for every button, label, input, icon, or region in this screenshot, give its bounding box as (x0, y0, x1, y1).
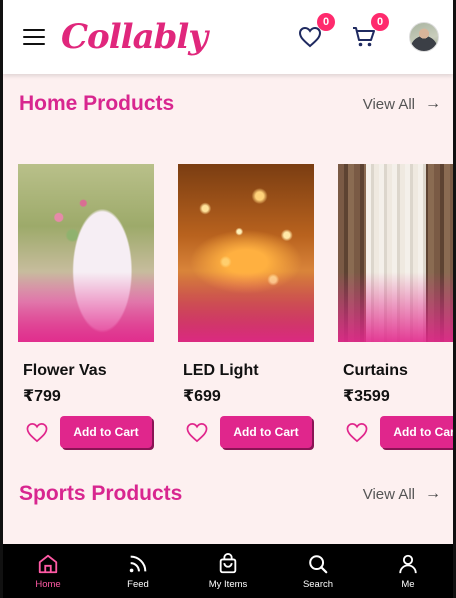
app-logo[interactable]: Collably (61, 17, 208, 57)
header-actions: 0 0 (295, 13, 439, 52)
product-name: Flower Vas (23, 362, 107, 379)
wishlist-button[interactable]: 0 (295, 13, 335, 52)
heart-icon (346, 422, 368, 442)
user-icon (399, 554, 417, 573)
heart-icon (26, 422, 48, 442)
section-title: Sports Products (19, 482, 183, 505)
product-image[interactable] (18, 164, 154, 342)
product-card[interactable]: LED Light ₹699 Add to Cart (178, 164, 314, 448)
product-card[interactable]: Flower Vas ₹799 Add to Cart (18, 164, 154, 448)
add-to-cart-button[interactable]: Add to Cart (220, 416, 312, 448)
nav-item-my-items[interactable]: My Items (183, 544, 273, 598)
avatar[interactable] (409, 22, 439, 52)
heart-icon (298, 26, 322, 48)
nav-item-me[interactable]: Me (363, 544, 453, 598)
heart-icon (186, 422, 208, 442)
nav-label: Search (302, 578, 334, 590)
product-price: ₹699 (183, 388, 221, 405)
product-actions: Add to Cart (178, 416, 314, 448)
product-name: Curtains (343, 362, 408, 379)
arrow-right-icon: → (425, 485, 441, 502)
nav-item-search[interactable]: Search (273, 544, 363, 598)
arrow-right-icon: → (425, 95, 441, 112)
wishlist-count-badge: 0 (317, 13, 335, 31)
rss-icon (129, 555, 147, 572)
nav-label: Me (401, 578, 415, 590)
product-name: LED Light (183, 362, 259, 379)
add-to-cart-button[interactable]: Add to Cart (380, 416, 453, 448)
product-actions: Add to Cart (338, 416, 453, 448)
product-image[interactable] (178, 164, 314, 342)
menu-icon[interactable] (23, 29, 45, 45)
app-screen: Collably 0 0 Home Products View All → Fl… (0, 0, 456, 598)
top-header: Collably 0 0 (3, 0, 453, 74)
nav-label: My Items (208, 578, 248, 590)
wishlist-toggle[interactable] (20, 417, 54, 447)
section-title: Home Products (19, 92, 175, 115)
nav-label: Feed (127, 578, 149, 590)
product-price: ₹799 (23, 388, 61, 405)
cart-icon (353, 27, 375, 47)
wishlist-toggle[interactable] (340, 417, 374, 447)
view-all-label: View All (362, 485, 415, 503)
bottom-navigation: Home Feed My Items Search Me (3, 544, 453, 598)
home-icon (38, 554, 58, 573)
nav-label: Home (35, 578, 61, 590)
search-icon (309, 554, 328, 573)
add-to-cart-button[interactable]: Add to Cart (60, 416, 152, 448)
view-all-link[interactable]: View All → (363, 95, 441, 113)
nav-item-feed[interactable]: Feed (93, 544, 183, 598)
cart-count-badge: 0 (371, 13, 389, 31)
product-card[interactable]: Curtains ₹3599 Add to Cart (338, 164, 453, 448)
bag-icon (219, 552, 237, 573)
home-products-header: Home Products View All → (19, 92, 441, 116)
cart-button[interactable]: 0 (349, 13, 389, 52)
view-all-link[interactable]: View All → (363, 485, 441, 503)
nav-item-home[interactable]: Home (3, 544, 93, 598)
product-image[interactable] (338, 164, 453, 342)
sports-products-header: Sports Products View All → (19, 482, 441, 506)
product-actions: Add to Cart (18, 416, 154, 448)
product-carousel[interactable]: Flower Vas ₹799 Add to Cart LED Light ₹6… (18, 164, 453, 454)
wishlist-toggle[interactable] (180, 417, 214, 447)
product-price: ₹3599 (343, 388, 390, 405)
view-all-label: View All (362, 95, 415, 113)
